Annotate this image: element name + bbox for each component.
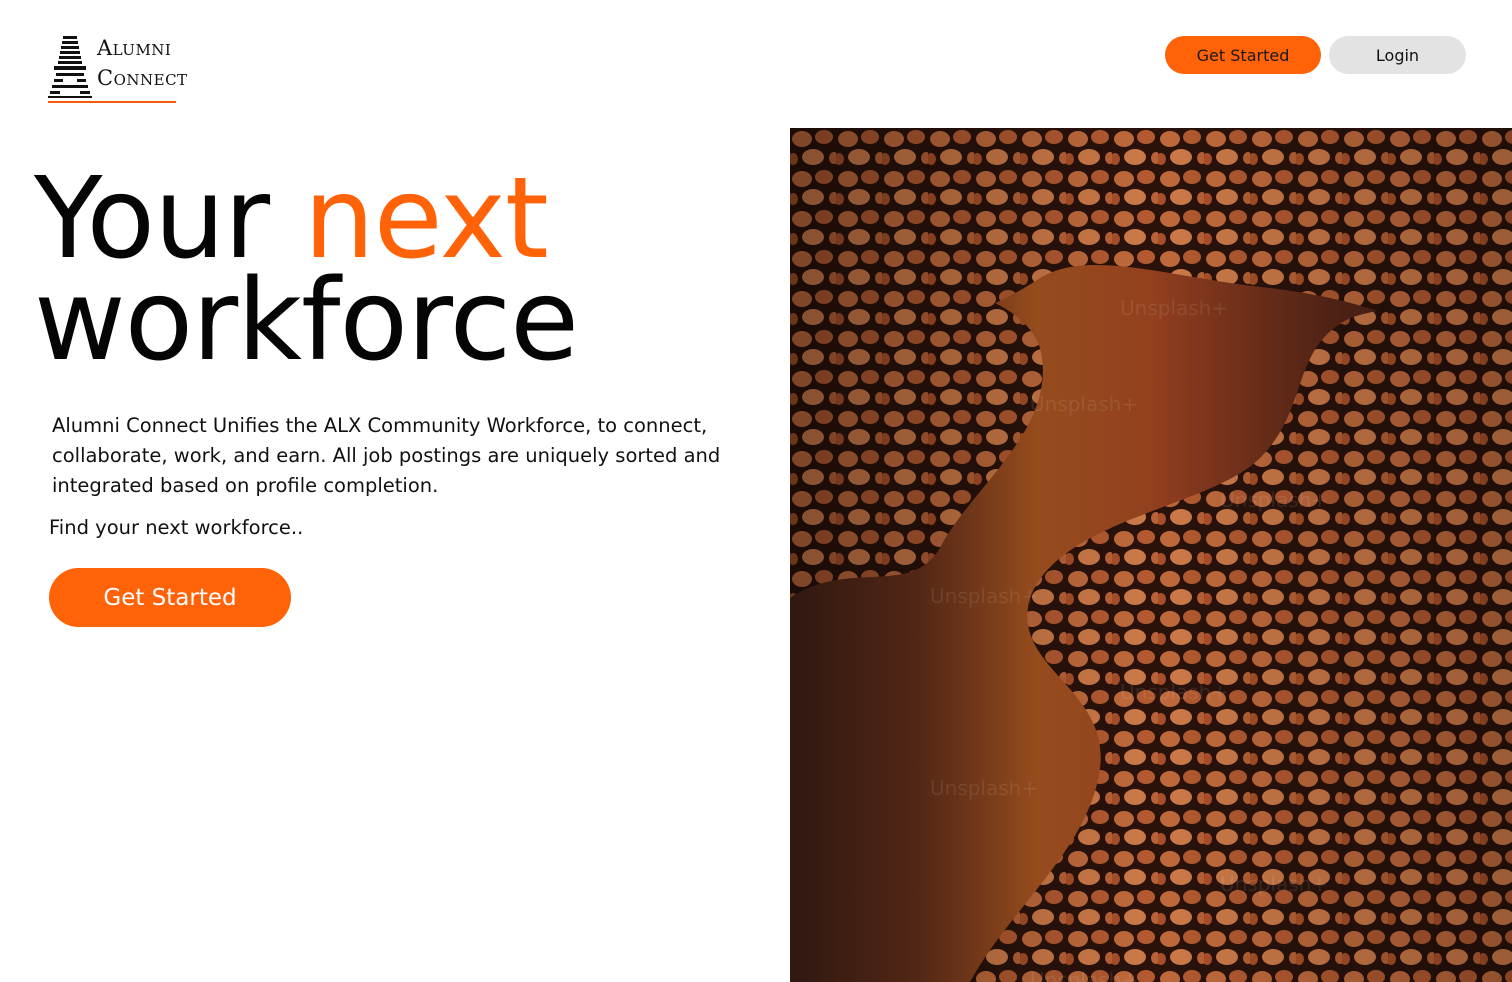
watermark-text: Unsplash+ bbox=[1120, 296, 1229, 320]
stacked-lines-a-logo-icon bbox=[48, 36, 92, 98]
watermark-text: Unsplash+ bbox=[1030, 392, 1139, 416]
watermark-text: Unsplash+ bbox=[930, 776, 1039, 800]
hero-title-part2: workforce bbox=[34, 256, 579, 386]
logo-wordmark: Alumni Connect bbox=[97, 38, 188, 89]
hero-tagline: Find your next workforce.. bbox=[49, 516, 304, 539]
logo-underline bbox=[48, 101, 176, 103]
watermark-text: Unsplash+ bbox=[1030, 968, 1139, 982]
watermark-text: Unsplash+ bbox=[1220, 872, 1329, 896]
logo-line-1: Alumni bbox=[97, 36, 172, 60]
login-button[interactable]: Login bbox=[1329, 36, 1466, 74]
hero-get-started-button[interactable]: Get Started bbox=[49, 568, 291, 627]
header-get-started-button[interactable]: Get Started bbox=[1165, 36, 1321, 74]
watermark-text: Unsplash+ bbox=[930, 584, 1039, 608]
watermark-text: Unsplash+ bbox=[1120, 680, 1229, 704]
voronoi-sculpture-illustration bbox=[790, 128, 1512, 982]
alumni-connect-logo[interactable]: Alumni Connect bbox=[48, 36, 208, 106]
watermark-text: Unsplash+ bbox=[1220, 488, 1329, 512]
hero-image: Unsplash+ Unsplash+ Unsplash+ Unsplash+ … bbox=[790, 128, 1512, 982]
hero-description: Alumni Connect Unifies the ALX Community… bbox=[52, 414, 721, 497]
hero-title: Your next workforce bbox=[34, 163, 579, 377]
logo-line-2: Connect bbox=[97, 66, 188, 90]
